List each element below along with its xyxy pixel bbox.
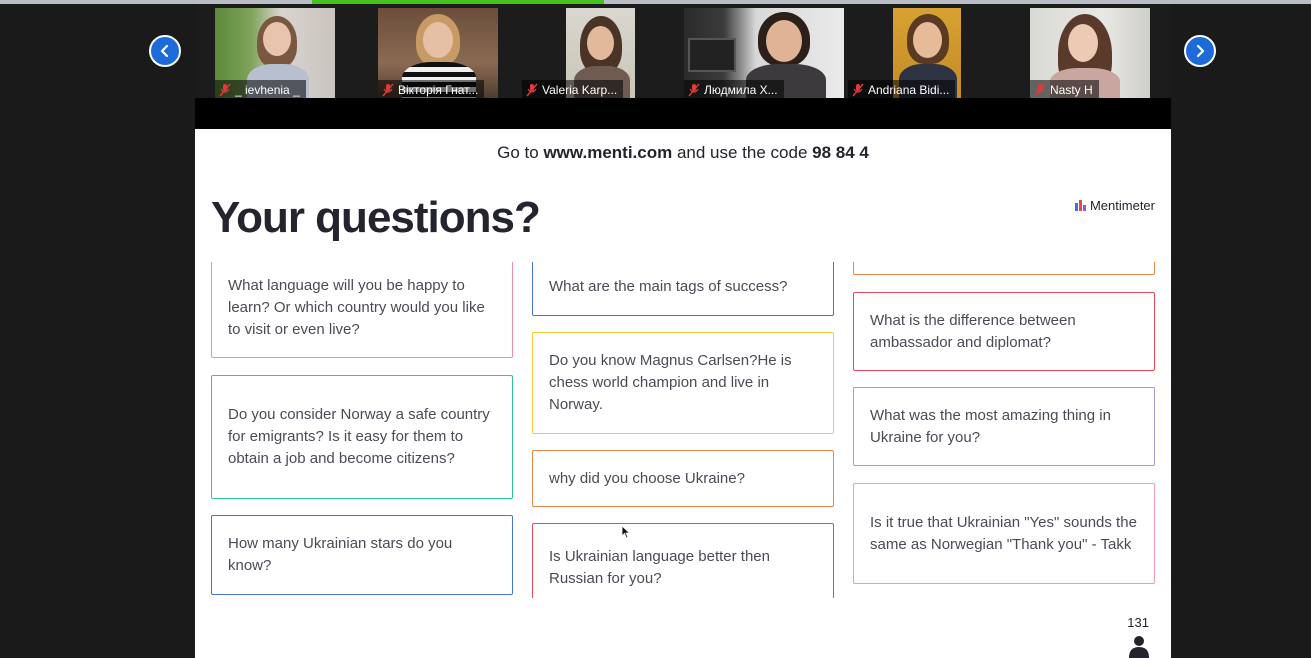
participant-namebar: Valeria Karp... [522, 80, 624, 100]
question-text: Is Ukrainian language better then Russia… [549, 548, 770, 587]
participant-tile[interactable]: Людмила Х... [684, 8, 844, 100]
participant-count: 131 [1127, 615, 1149, 630]
muted-mic-icon [1034, 83, 1046, 97]
question-card: What language will you be happy to learn… [211, 262, 513, 358]
participant-tile[interactable]: Andriana Bidi... [848, 8, 961, 100]
question-card: why did you choose Ukraine? [532, 450, 834, 507]
mentimeter-logo: Mentimeter [1074, 198, 1155, 213]
question-text: What are the main tags of success? [549, 278, 788, 295]
participant-name: Andriana Bidi... [868, 83, 950, 97]
participant-tile[interactable]: Вікторія Гнат... [378, 8, 498, 100]
presentation-slide: Go to www.menti.com and use the code 98 … [195, 129, 1171, 658]
gallery-next-button[interactable] [1184, 35, 1216, 67]
muted-mic-icon [526, 83, 538, 97]
question-text: Do you consider Norway a safe country fo… [228, 406, 490, 467]
person-icon [1129, 636, 1149, 658]
question-text: Do you know Magnus Carlsen?He is chess w… [549, 352, 792, 413]
screen-share-header [195, 98, 1171, 129]
participant-tile[interactable]: Nasty H [1011, 8, 1150, 100]
join-instruction: Go to www.menti.com and use the code 98 … [195, 143, 1171, 163]
instruction-mid: and use the code [672, 143, 813, 162]
instruction-url: www.menti.com [543, 143, 673, 162]
participant-name: Вікторія Гнат... [398, 83, 479, 97]
chevron-left-icon [160, 44, 169, 58]
logo-text: Mentimeter [1089, 198, 1155, 213]
question-card: Is it true that Ukrainian "Yes" sounds t… [853, 483, 1155, 584]
question-text: How many Ukrainian stars do you know? [228, 535, 453, 574]
muted-mic-icon [382, 83, 394, 97]
question-card: Do you consider Norway a safe country fo… [211, 375, 513, 499]
participant-tile[interactable]: _ ievhenia _ [215, 8, 335, 100]
participant-namebar: _ ievhenia _ [215, 80, 306, 100]
participant-namebar: Nasty H [1030, 80, 1099, 100]
instruction-code: 98 84 4 [812, 143, 869, 162]
participant-tile[interactable]: Valeria Karp... [522, 8, 635, 100]
muted-mic-icon [688, 83, 700, 97]
video-gallery: _ ievhenia _ Вікторія Гнат... Valeria Ka… [195, 4, 1171, 100]
muted-mic-icon [219, 83, 231, 97]
question-card: What is the difference between ambassado… [853, 292, 1155, 371]
mouse-cursor-icon [621, 525, 631, 539]
participant-name: Людмила Х... [704, 83, 778, 97]
question-card: Is Ukrainian language better then Russia… [532, 523, 834, 598]
question-text: What is the difference between ambassado… [870, 311, 1076, 351]
question-text: What was the most amazing thing in Ukrai… [870, 406, 1111, 446]
participant-name: Nasty H [1050, 83, 1093, 97]
gallery-prev-button[interactable] [149, 35, 181, 67]
participant-name: _ ievhenia _ [235, 83, 300, 97]
instruction-prefix: Go to [497, 143, 544, 162]
slide-title: Your questions? [211, 193, 541, 242]
questions-board: What language will you be happy to learn… [195, 262, 1171, 598]
participant-namebar: Вікторія Гнат... [378, 80, 485, 100]
question-text: What language will you be happy to learn… [228, 277, 485, 338]
question-card [853, 262, 1155, 275]
participant-namebar: Andriana Bidi... [848, 80, 956, 100]
question-text: Is it true that Ukrainian "Yes" sounds t… [870, 513, 1137, 553]
question-card: What was the most amazing thing in Ukrai… [853, 387, 1155, 466]
participant-namebar: Людмила Х... [684, 80, 784, 100]
participant-name: Valeria Karp... [542, 83, 618, 97]
question-card: What are the main tags of success? [532, 262, 834, 316]
question-card: How many Ukrainian stars do you know? [211, 515, 513, 595]
question-text: why did you choose Ukraine? [549, 469, 745, 487]
mentimeter-bars-icon [1074, 200, 1086, 211]
chevron-right-icon [1196, 44, 1205, 58]
question-card: Do you know Magnus Carlsen?He is chess w… [532, 332, 834, 434]
muted-mic-icon [852, 83, 864, 97]
